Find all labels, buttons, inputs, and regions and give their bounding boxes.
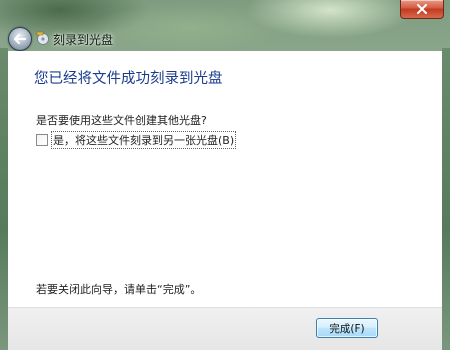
close-button[interactable] <box>400 0 444 19</box>
page-title: 您已经将文件成功刻录到光盘 <box>34 71 223 87</box>
close-hint-text: 若要关闭此向导，请单击“完成”。 <box>36 283 202 296</box>
question-text: 是否要使用这些文件创建其他光盘? <box>36 114 207 127</box>
burn-another-checkbox-label[interactable]: 是，将这些文件刻录到另一张光盘(B) <box>51 131 237 149</box>
back-arrow-icon <box>13 33 27 45</box>
wizard-content: 您已经将文件成功刻录到光盘 是否要使用这些文件创建其他光盘? 是，将这些文件刻录… <box>8 51 442 307</box>
window-title: 刻录到光盘 <box>53 33 114 47</box>
close-icon <box>417 4 427 14</box>
window-border-right <box>442 48 450 350</box>
back-button[interactable] <box>8 27 32 51</box>
burn-another-checkbox-row[interactable]: 是，将这些文件刻录到另一张光盘(B) <box>36 131 237 149</box>
disc-burn-icon <box>36 31 49 45</box>
window-border-left <box>0 48 8 350</box>
burn-another-checkbox[interactable] <box>36 134 48 146</box>
finish-button[interactable]: 完成(F) <box>316 318 378 338</box>
wizard-footer: 完成(F) <box>8 307 442 350</box>
